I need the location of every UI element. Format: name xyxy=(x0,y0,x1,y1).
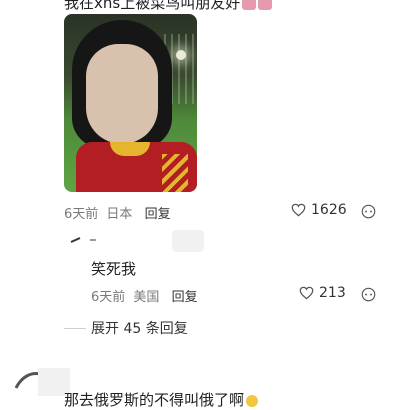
divider-line xyxy=(64,327,86,329)
reply-location: 美国 xyxy=(133,290,160,305)
heart-outline-icon xyxy=(291,203,306,217)
expand-replies-button[interactable]: 展开 45 条回复 xyxy=(64,318,188,338)
laugh-emoji-icon xyxy=(242,0,257,10)
stadium-light-shape xyxy=(176,50,186,60)
reply-meta: 6天前 美国 回复 xyxy=(91,286,198,305)
reply-like-button[interactable]: 213 xyxy=(299,285,346,301)
laugh-emoji-icon xyxy=(258,0,273,10)
jersey-stripe-shape xyxy=(162,154,188,192)
more-circle-icon[interactable] xyxy=(361,204,376,219)
comment-meta: 6天前 日本 回复 xyxy=(64,203,171,222)
reply-text: 笑死我 xyxy=(91,260,137,278)
reply-avatar[interactable] xyxy=(70,236,96,246)
comment-reply-button[interactable]: 回复 xyxy=(145,207,171,222)
reply-like-count: 213 xyxy=(319,285,346,301)
more-circle-icon[interactable] xyxy=(361,287,376,302)
comment-time: 6天前 xyxy=(64,207,99,222)
reply-time: 6天前 xyxy=(91,290,126,305)
comment-location: 日本 xyxy=(106,207,133,222)
face-shape xyxy=(86,44,158,144)
comment-like-count: 1626 xyxy=(311,202,347,218)
comment-like-button[interactable]: 1626 xyxy=(291,202,347,218)
reply-reply-button[interactable]: 回复 xyxy=(172,290,198,305)
sweat-emoji-icon xyxy=(246,394,259,407)
comment-photo[interactable] xyxy=(64,14,197,192)
reply-username-blurred xyxy=(172,230,204,252)
heart-outline-icon xyxy=(299,286,314,300)
expand-replies-label: 展开 45 条回复 xyxy=(91,321,188,337)
comment-text: 我在xhs上被菜鸟叫朋友好 xyxy=(64,0,273,13)
next-comment-avatar[interactable] xyxy=(14,366,70,396)
